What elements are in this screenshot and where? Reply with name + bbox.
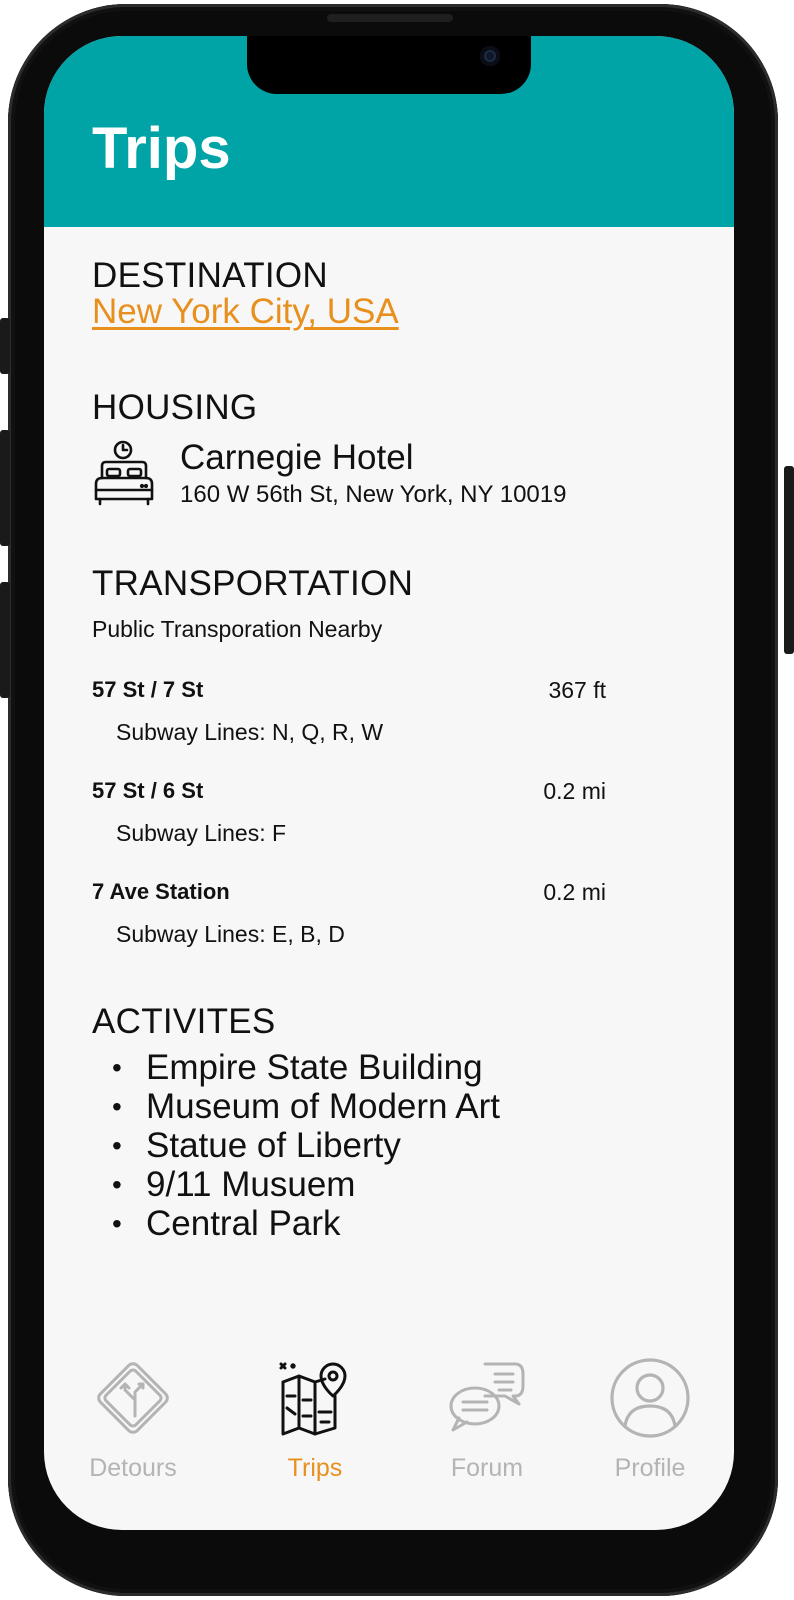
chat-bubbles-icon [449, 1362, 525, 1432]
transportation-subtitle: Public Transporation Nearby [92, 616, 383, 642]
destination-heading: DESTINATION [92, 256, 328, 295]
transportation-heading: TRANSPORTATION [92, 564, 414, 603]
user-circle-icon [610, 1358, 690, 1438]
page-title: Trips [92, 116, 231, 181]
front-camera [480, 46, 500, 66]
housing-heading: HOUSING [92, 388, 258, 427]
power-button [784, 466, 794, 654]
hotel-name: Carnegie Hotel [180, 438, 414, 477]
list-item: Central Park [112, 1204, 500, 1243]
list-item: Statue of Liberty [112, 1126, 500, 1165]
tab-label: Profile [614, 1454, 686, 1482]
volume-down-button [0, 582, 10, 698]
bed-clock-icon [94, 440, 154, 506]
road-sign-icon [97, 1362, 169, 1434]
destination-link[interactable]: New York City, USA [92, 294, 399, 329]
map-pin-icon [279, 1362, 347, 1436]
activities-list: Empire State Building Museum of Modern A… [112, 1048, 500, 1243]
station-lines: Subway Lines: N, Q, R, W [116, 719, 384, 745]
station-distance: 0.2 mi [543, 879, 606, 905]
station-name: 57 St / 7 St [92, 677, 204, 702]
tab-bar: Detours Trips Forum Profile [44, 1356, 734, 1486]
station-name: 57 St / 6 St [92, 778, 204, 803]
tab-detours[interactable]: Detours [58, 1356, 208, 1486]
activities-heading: ACTIVITES [92, 1002, 276, 1041]
station-lines: Subway Lines: E, B, D [116, 921, 345, 947]
station-distance: 0.2 mi [543, 778, 606, 804]
station-distance: 367 ft [548, 677, 606, 703]
mute-switch [0, 318, 10, 374]
station-lines: Subway Lines: F [116, 820, 287, 846]
list-item: Empire State Building [112, 1048, 500, 1087]
tab-label: Trips [287, 1454, 343, 1482]
tab-forum[interactable]: Forum [412, 1356, 562, 1486]
volume-up-button [0, 430, 10, 546]
notch [247, 36, 531, 94]
tab-profile[interactable]: Profile [575, 1356, 725, 1486]
speaker-grille [327, 14, 453, 22]
list-item: Museum of Modern Art [112, 1087, 500, 1126]
tab-label: Forum [450, 1454, 524, 1482]
tab-label: Detours [89, 1454, 177, 1482]
screen: Trips DESTINATION New York City, USA HOU… [44, 36, 734, 1530]
list-item: 9/11 Musuem [112, 1165, 500, 1204]
hotel-address: 160 W 56th St, New York, NY 10019 [180, 481, 567, 508]
station-name: 7 Ave Station [92, 879, 230, 904]
tab-trips[interactable]: Trips [240, 1356, 390, 1486]
